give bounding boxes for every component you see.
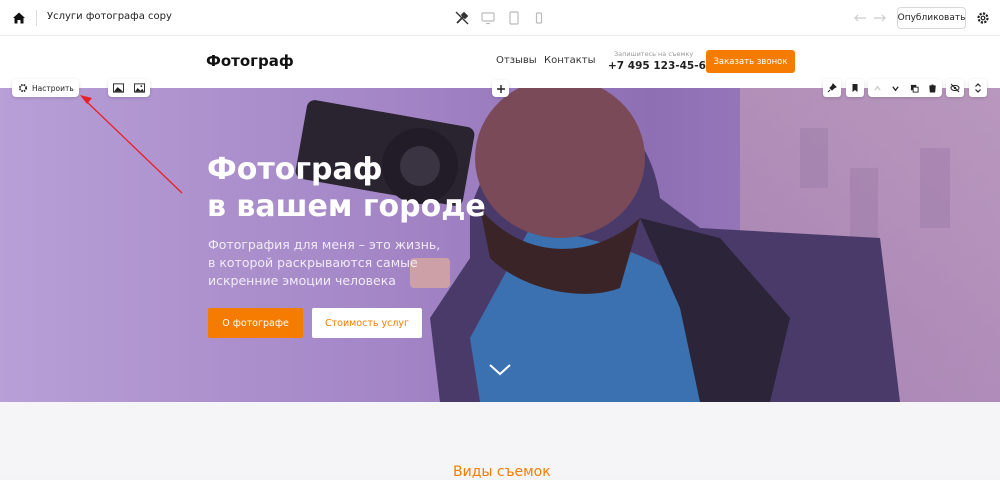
page-title: Услуги фотографа copy bbox=[47, 11, 172, 22]
hero-subtitle-line-2: в которой раскрываются самые bbox=[208, 255, 418, 270]
undo-icon[interactable] bbox=[853, 10, 869, 26]
hero-title: Фотограф в вашем городе bbox=[207, 151, 486, 225]
background-image-icon[interactable] bbox=[113, 83, 124, 93]
hero-photo bbox=[295, 88, 1000, 402]
mobile-icon[interactable] bbox=[531, 10, 547, 26]
bookmark-icon bbox=[852, 84, 858, 92]
configure-label: Настроить bbox=[32, 83, 74, 93]
plus-icon bbox=[496, 84, 505, 93]
publish-button[interactable]: Опубликовать bbox=[897, 7, 966, 29]
delete-icon[interactable] bbox=[928, 83, 937, 93]
bookmark-button[interactable] bbox=[846, 79, 864, 97]
editor-toolbar: Услуги фотографа copy Опубликовать bbox=[0, 0, 1000, 36]
section-title: Виды съемок bbox=[453, 464, 551, 480]
desktop-icon[interactable] bbox=[480, 10, 496, 26]
hide-block-button[interactable] bbox=[946, 79, 964, 97]
resize-block-button[interactable] bbox=[969, 79, 987, 97]
call-hint: Запишитесь на съемку bbox=[614, 50, 694, 58]
move-down-icon[interactable] bbox=[891, 84, 900, 93]
hero-subtitle-line-3: искренние эмоции человека bbox=[208, 273, 396, 288]
redo-icon[interactable] bbox=[871, 10, 887, 26]
hero-title-line-1: Фотограф bbox=[207, 152, 383, 187]
hero-section: Фотограф в вашем городе Фотография для м… bbox=[0, 88, 1000, 402]
expand-vertical-icon bbox=[975, 83, 981, 93]
brush-icon[interactable] bbox=[454, 10, 470, 26]
image-icon[interactable] bbox=[134, 83, 145, 93]
pin-icon bbox=[827, 83, 837, 93]
block-actions bbox=[868, 79, 942, 97]
pin-button[interactable] bbox=[823, 79, 841, 97]
move-up-icon[interactable] bbox=[873, 84, 882, 93]
nav-link-reviews[interactable]: Отзывы bbox=[496, 55, 537, 66]
eye-off-icon bbox=[950, 83, 960, 93]
about-photographer-button[interactable]: О фотографе bbox=[208, 308, 303, 338]
settings-icon[interactable] bbox=[975, 10, 991, 26]
toolbar-divider bbox=[36, 10, 37, 26]
hero-title-line-2: в вашем городе bbox=[207, 189, 486, 224]
configure-button[interactable]: Настроить bbox=[12, 79, 79, 97]
order-call-button[interactable]: Заказать звонок bbox=[706, 50, 795, 73]
hero-subtitle-line-1: Фотография для меня – это жизнь, bbox=[208, 237, 441, 252]
hero-subtitle: Фотография для меня – это жизнь, в котор… bbox=[208, 236, 448, 290]
tablet-icon[interactable] bbox=[506, 10, 522, 26]
site-logo[interactable]: Фотограф bbox=[206, 52, 294, 70]
duplicate-icon[interactable] bbox=[910, 84, 919, 93]
gear-icon bbox=[18, 83, 28, 93]
scroll-down-icon[interactable] bbox=[488, 363, 512, 377]
add-block-button[interactable] bbox=[492, 80, 509, 97]
next-section: Виды съемок bbox=[0, 402, 1000, 480]
home-icon[interactable] bbox=[10, 9, 28, 27]
pricing-button[interactable]: Стоимость услуг bbox=[312, 308, 422, 338]
image-controls bbox=[108, 79, 150, 97]
phone-number[interactable]: +7 495 123-45-67 bbox=[608, 60, 713, 72]
nav-link-contacts[interactable]: Контакты bbox=[544, 55, 595, 66]
